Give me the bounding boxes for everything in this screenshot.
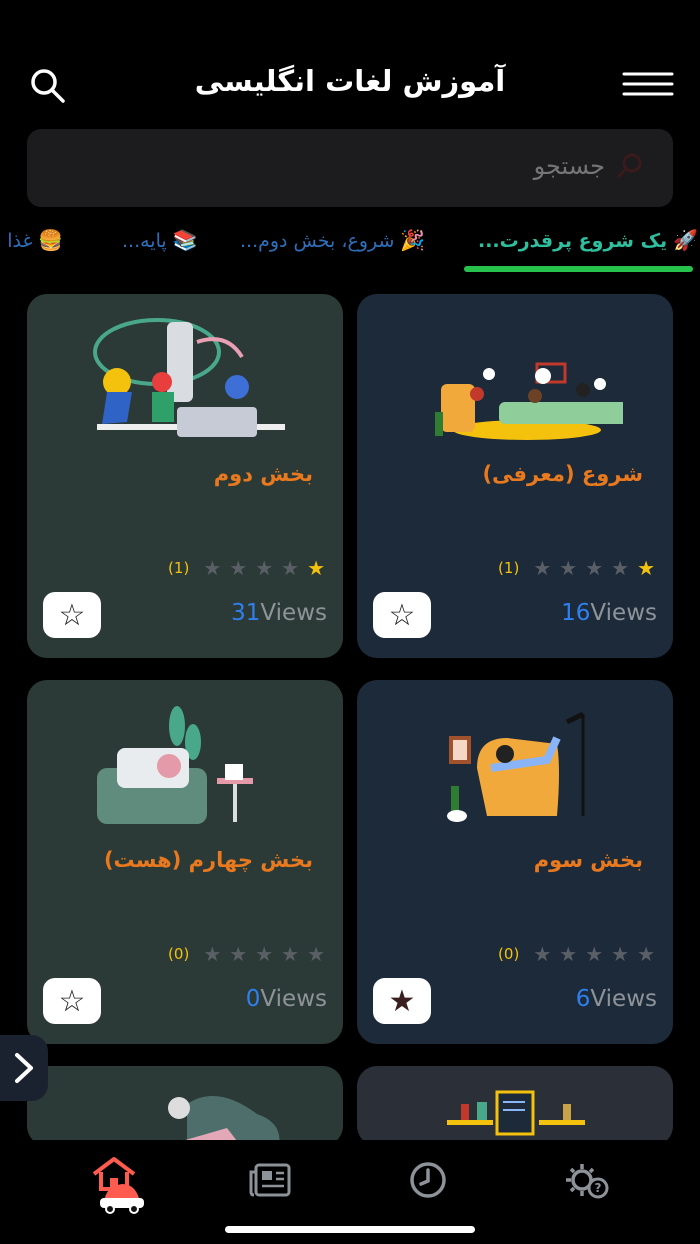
star-icon: ★ [281, 942, 300, 966]
star-icon: ★ [203, 942, 222, 966]
lesson-card[interactable]: شروع (معرفی) ★ ★ ★ ★ ★ (1) 16Views ☆ [357, 294, 673, 658]
nav-news[interactable] [240, 1150, 300, 1210]
lesson-illustration [97, 706, 253, 824]
card-title: بخش سوم [533, 848, 643, 872]
star-icon: ★ [229, 942, 248, 966]
star-rating: ★ ★ ★ ★ ★ (1) [168, 556, 325, 580]
views-label: Views [590, 600, 657, 626]
nav-history[interactable] [398, 1150, 458, 1210]
views-count: 0 [245, 986, 261, 1012]
side-drawer-toggle[interactable] [0, 1035, 48, 1101]
views-label: Views [590, 986, 657, 1012]
star-icon: ★ [611, 556, 630, 580]
star-icon: ★ [637, 942, 655, 966]
lesson-card[interactable] [357, 1066, 673, 1146]
star-icon: ★ [559, 556, 578, 580]
menu-icon[interactable] [622, 70, 674, 100]
lesson-illustration [164, 1096, 280, 1146]
star-outline-icon: ☆ [58, 597, 86, 633]
lesson-card[interactable]: بخش دوم ★ ★ ★ ★ ★ (1) 31Views ☆ [27, 294, 343, 658]
tab-label: یک شروع پرقدرت... [478, 230, 668, 252]
rating-count: (1) [498, 559, 520, 577]
favorite-button[interactable]: ★ [373, 978, 431, 1024]
star-icon: ★ [611, 942, 630, 966]
history-icon [410, 1162, 446, 1198]
app-header: آموزش لغات انگلیسی [0, 50, 700, 120]
rating-count: (0) [498, 945, 520, 963]
star-icon: ★ [307, 556, 325, 580]
search-field-icon [617, 153, 642, 178]
car-badge [92, 1176, 152, 1216]
lesson-illustration [447, 711, 585, 822]
nav-settings-help[interactable]: ? [556, 1150, 616, 1210]
views-count: 6 [575, 986, 591, 1012]
rocket-icon: 🚀 [673, 228, 699, 252]
star-icon: ★ [533, 942, 552, 966]
favorite-button[interactable]: ☆ [373, 592, 431, 638]
star-icon: ★ [637, 556, 655, 580]
star-filled-icon: ★ [388, 983, 416, 1019]
views-count: 16 [561, 600, 591, 626]
star-rating: ★ ★ ★ ★ ★ (1) [498, 556, 655, 580]
views-count: 31 [231, 600, 261, 626]
card-title: شروع (معرفی) [482, 462, 643, 486]
category-tabs: 🚀یک شروع پرقدرت... 🎉شروع، بخش دوم... 📚پا… [0, 222, 700, 274]
views-counter: 0Views [232, 986, 327, 1012]
search-input[interactable] [483, 151, 607, 181]
star-icon: ★ [255, 942, 274, 966]
views-counter: 6Views [562, 986, 657, 1012]
lesson-card[interactable]: بخش سوم ★ ★ ★ ★ ★ (0) 6Views ★ [357, 680, 673, 1044]
card-title: بخش چهارم (هست) [103, 848, 313, 872]
books-icon: 📚 [172, 228, 198, 252]
rating-count: (0) [168, 945, 190, 963]
lesson-illustration [93, 318, 285, 437]
page-title: آموزش لغات انگلیسی [194, 64, 506, 98]
home-indicator [225, 1226, 475, 1233]
star-outline-icon: ☆ [58, 983, 86, 1019]
tab-start-part-two[interactable]: 🎉شروع، بخش دوم... [240, 228, 425, 252]
tab-label: غذا و [0, 230, 33, 252]
star-icon: ★ [203, 556, 222, 580]
tab-food[interactable]: 🍔غذا و [0, 228, 63, 252]
chevron-right-icon [15, 1053, 33, 1083]
svg-text:?: ? [595, 1181, 602, 1195]
star-icon: ★ [585, 556, 604, 580]
star-icon: ★ [559, 942, 578, 966]
tab-label: شروع، بخش دوم... [240, 230, 395, 252]
favorite-button[interactable]: ☆ [43, 978, 101, 1024]
tab-label: پایه... [122, 230, 167, 252]
lesson-card[interactable] [27, 1066, 343, 1146]
lesson-card[interactable]: بخش چهارم (هست) ★ ★ ★ ★ ★ (0) 0Views ☆ [27, 680, 343, 1044]
star-outline-icon: ☆ [388, 597, 416, 633]
views-counter: 16Views [547, 600, 657, 626]
active-tab-indicator [464, 266, 693, 272]
star-icon: ★ [229, 556, 248, 580]
news-icon [249, 1163, 291, 1197]
rating-count: (1) [168, 559, 190, 577]
views-label: Views [260, 600, 327, 626]
views-counter: 31Views [217, 600, 327, 626]
star-rating: ★ ★ ★ ★ ★ (0) [498, 942, 655, 966]
party-popper-icon: 🎉 [400, 228, 426, 252]
car-icon [100, 1184, 144, 1214]
views-label: Views [260, 986, 327, 1012]
search-bar[interactable] [27, 129, 673, 207]
lesson-illustration [435, 362, 623, 440]
lesson-illustration [447, 1090, 585, 1136]
tab-basic[interactable]: 📚پایه... [122, 228, 198, 252]
burger-icon: 🍔 [38, 228, 64, 252]
settings-help-icon: ? [566, 1164, 609, 1199]
star-icon: ★ [307, 942, 325, 966]
star-rating: ★ ★ ★ ★ ★ (0) [168, 942, 325, 966]
card-title: بخش دوم [213, 462, 313, 486]
star-icon: ★ [533, 556, 552, 580]
star-icon: ★ [255, 556, 274, 580]
favorite-button[interactable]: ☆ [43, 592, 101, 638]
tab-strong-start[interactable]: 🚀یک شروع پرقدرت... [478, 228, 698, 252]
star-icon: ★ [585, 942, 604, 966]
star-icon: ★ [281, 556, 300, 580]
